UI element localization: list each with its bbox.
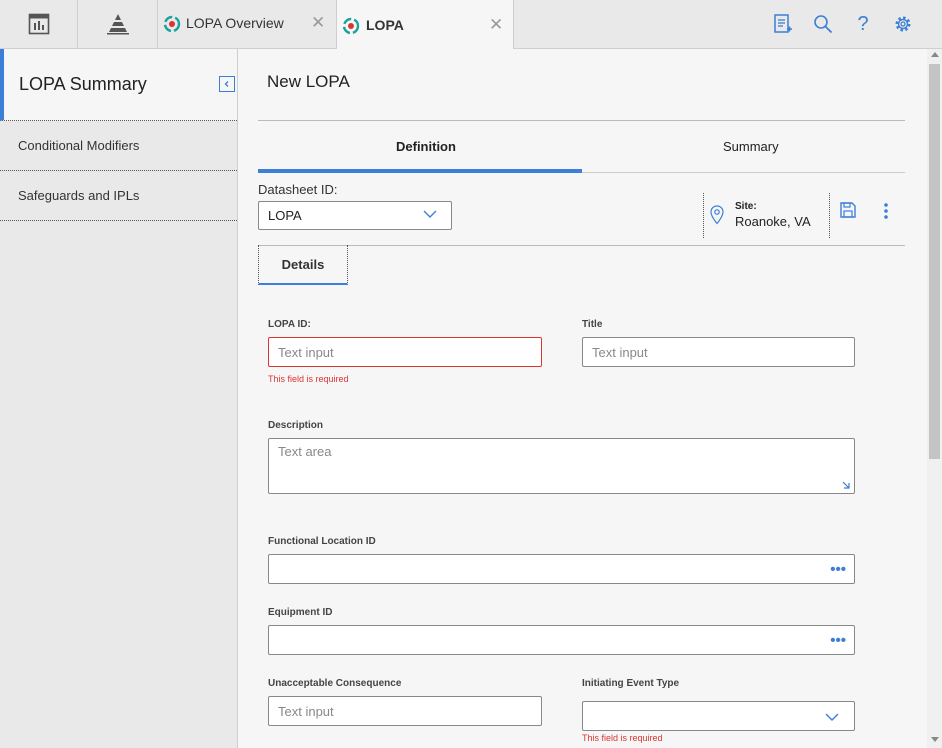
help-button[interactable]: ? bbox=[843, 12, 883, 36]
dashboard-button[interactable] bbox=[0, 0, 78, 48]
resize-handle-icon[interactable] bbox=[841, 480, 851, 490]
tab-details[interactable]: Details bbox=[258, 245, 348, 285]
sidebar-title: LOPA Summary bbox=[19, 74, 147, 94]
lopa-id-input[interactable]: Text input bbox=[268, 337, 542, 367]
dashboard-icon bbox=[28, 13, 49, 35]
datasheet-value: LOPA bbox=[268, 208, 302, 223]
browse-dots-icon[interactable]: ••• bbox=[830, 561, 846, 578]
site-value: Roanoke, VA bbox=[735, 214, 811, 229]
more-vertical-icon bbox=[884, 203, 888, 219]
sidebar-header: LOPA Summary bbox=[0, 49, 237, 121]
sidebar: LOPA Summary Conditional Modifiers Safeg… bbox=[0, 49, 238, 748]
page-title: New LOPA bbox=[267, 72, 350, 91]
unacceptable-consequence-input[interactable]: Text input bbox=[268, 696, 542, 726]
divider bbox=[258, 245, 905, 246]
search-icon bbox=[814, 15, 833, 34]
scroll-down-arrow-icon[interactable] bbox=[931, 737, 939, 742]
title-placeholder: Text input bbox=[592, 344, 648, 360]
tab-lopa[interactable]: LOPA ✕ bbox=[336, 0, 514, 49]
sidebar-item-safeguards[interactable]: Safeguards and IPLs bbox=[0, 171, 237, 221]
close-icon[interactable]: ✕ bbox=[311, 13, 325, 33]
main-content: New LOPA Definition Summary Datasheet ID… bbox=[238, 49, 927, 748]
datasheet-select[interactable]: LOPA bbox=[258, 201, 452, 230]
sidebar-item-label: Safeguards and IPLs bbox=[18, 188, 140, 203]
collapse-sidebar-button[interactable] bbox=[219, 76, 235, 92]
lopa-icon bbox=[342, 17, 360, 35]
more-options-button[interactable] bbox=[883, 202, 889, 225]
tab-summary[interactable]: Summary bbox=[723, 139, 779, 154]
scroll-up-arrow-icon[interactable] bbox=[931, 52, 939, 57]
divider bbox=[582, 172, 905, 173]
tab-label: LOPA bbox=[366, 17, 404, 33]
tab-label: LOPA Overview bbox=[186, 15, 284, 31]
save-icon bbox=[840, 202, 856, 218]
vertical-scrollbar[interactable] bbox=[927, 49, 942, 748]
pyramid-icon bbox=[106, 14, 129, 35]
chevron-down-icon bbox=[825, 713, 839, 721]
lopa-id-placeholder: Text input bbox=[278, 344, 334, 360]
unacceptable-consequence-label: Unacceptable Consequence bbox=[268, 678, 402, 689]
active-tab-indicator bbox=[258, 169, 582, 173]
initiating-event-type-select[interactable] bbox=[582, 701, 855, 731]
close-icon[interactable]: ✕ bbox=[489, 15, 503, 35]
lopa-id-error: This field is required bbox=[268, 374, 349, 384]
functional-location-label: Functional Location ID bbox=[268, 536, 376, 547]
settings-button[interactable] bbox=[883, 12, 923, 36]
functional-location-input[interactable]: ••• bbox=[268, 554, 855, 584]
unacceptable-consequence-placeholder: Text input bbox=[278, 703, 334, 719]
site-label: Site: bbox=[735, 201, 757, 212]
datasheet-label: Datasheet ID: bbox=[258, 182, 338, 197]
scrollbar-thumb[interactable] bbox=[929, 64, 940, 459]
initiating-event-type-error: This field is required bbox=[582, 733, 663, 743]
description-textarea[interactable]: Text area bbox=[268, 438, 855, 494]
save-button[interactable] bbox=[839, 201, 857, 224]
report-icon bbox=[774, 14, 792, 33]
hierarchy-button[interactable] bbox=[78, 0, 158, 48]
gear-icon bbox=[895, 16, 911, 32]
chevron-left-icon bbox=[224, 81, 229, 87]
report-button[interactable] bbox=[763, 12, 803, 36]
equipment-id-input[interactable]: ••• bbox=[268, 625, 855, 655]
help-icon: ? bbox=[857, 12, 869, 35]
description-label: Description bbox=[268, 420, 324, 431]
browse-dots-icon[interactable]: ••• bbox=[830, 632, 846, 649]
location-pin-icon bbox=[710, 205, 724, 225]
initiating-event-type-label: Initiating Event Type bbox=[582, 678, 680, 689]
tab-definition[interactable]: Definition bbox=[396, 139, 456, 154]
site-info: Site: Roanoke, VA bbox=[703, 193, 830, 238]
title-input[interactable]: Text input bbox=[582, 337, 855, 367]
divider bbox=[258, 120, 905, 121]
description-placeholder: Text area bbox=[278, 444, 332, 459]
search-button[interactable] bbox=[803, 12, 843, 36]
lopa-id-label: LOPA ID: bbox=[268, 319, 311, 330]
lopa-icon bbox=[163, 15, 181, 33]
sidebar-item-conditional-modifiers[interactable]: Conditional Modifiers bbox=[0, 121, 237, 171]
sidebar-item-label: Conditional Modifiers bbox=[18, 138, 140, 153]
tab-lopa-overview[interactable]: LOPA Overview ✕ bbox=[158, 0, 336, 48]
chevron-down-icon bbox=[423, 210, 437, 218]
equipment-id-label: Equipment ID bbox=[268, 607, 333, 618]
top-bar: LOPA Overview ✕ LOPA ✕ ? bbox=[0, 0, 942, 49]
title-label: Title bbox=[582, 319, 603, 330]
